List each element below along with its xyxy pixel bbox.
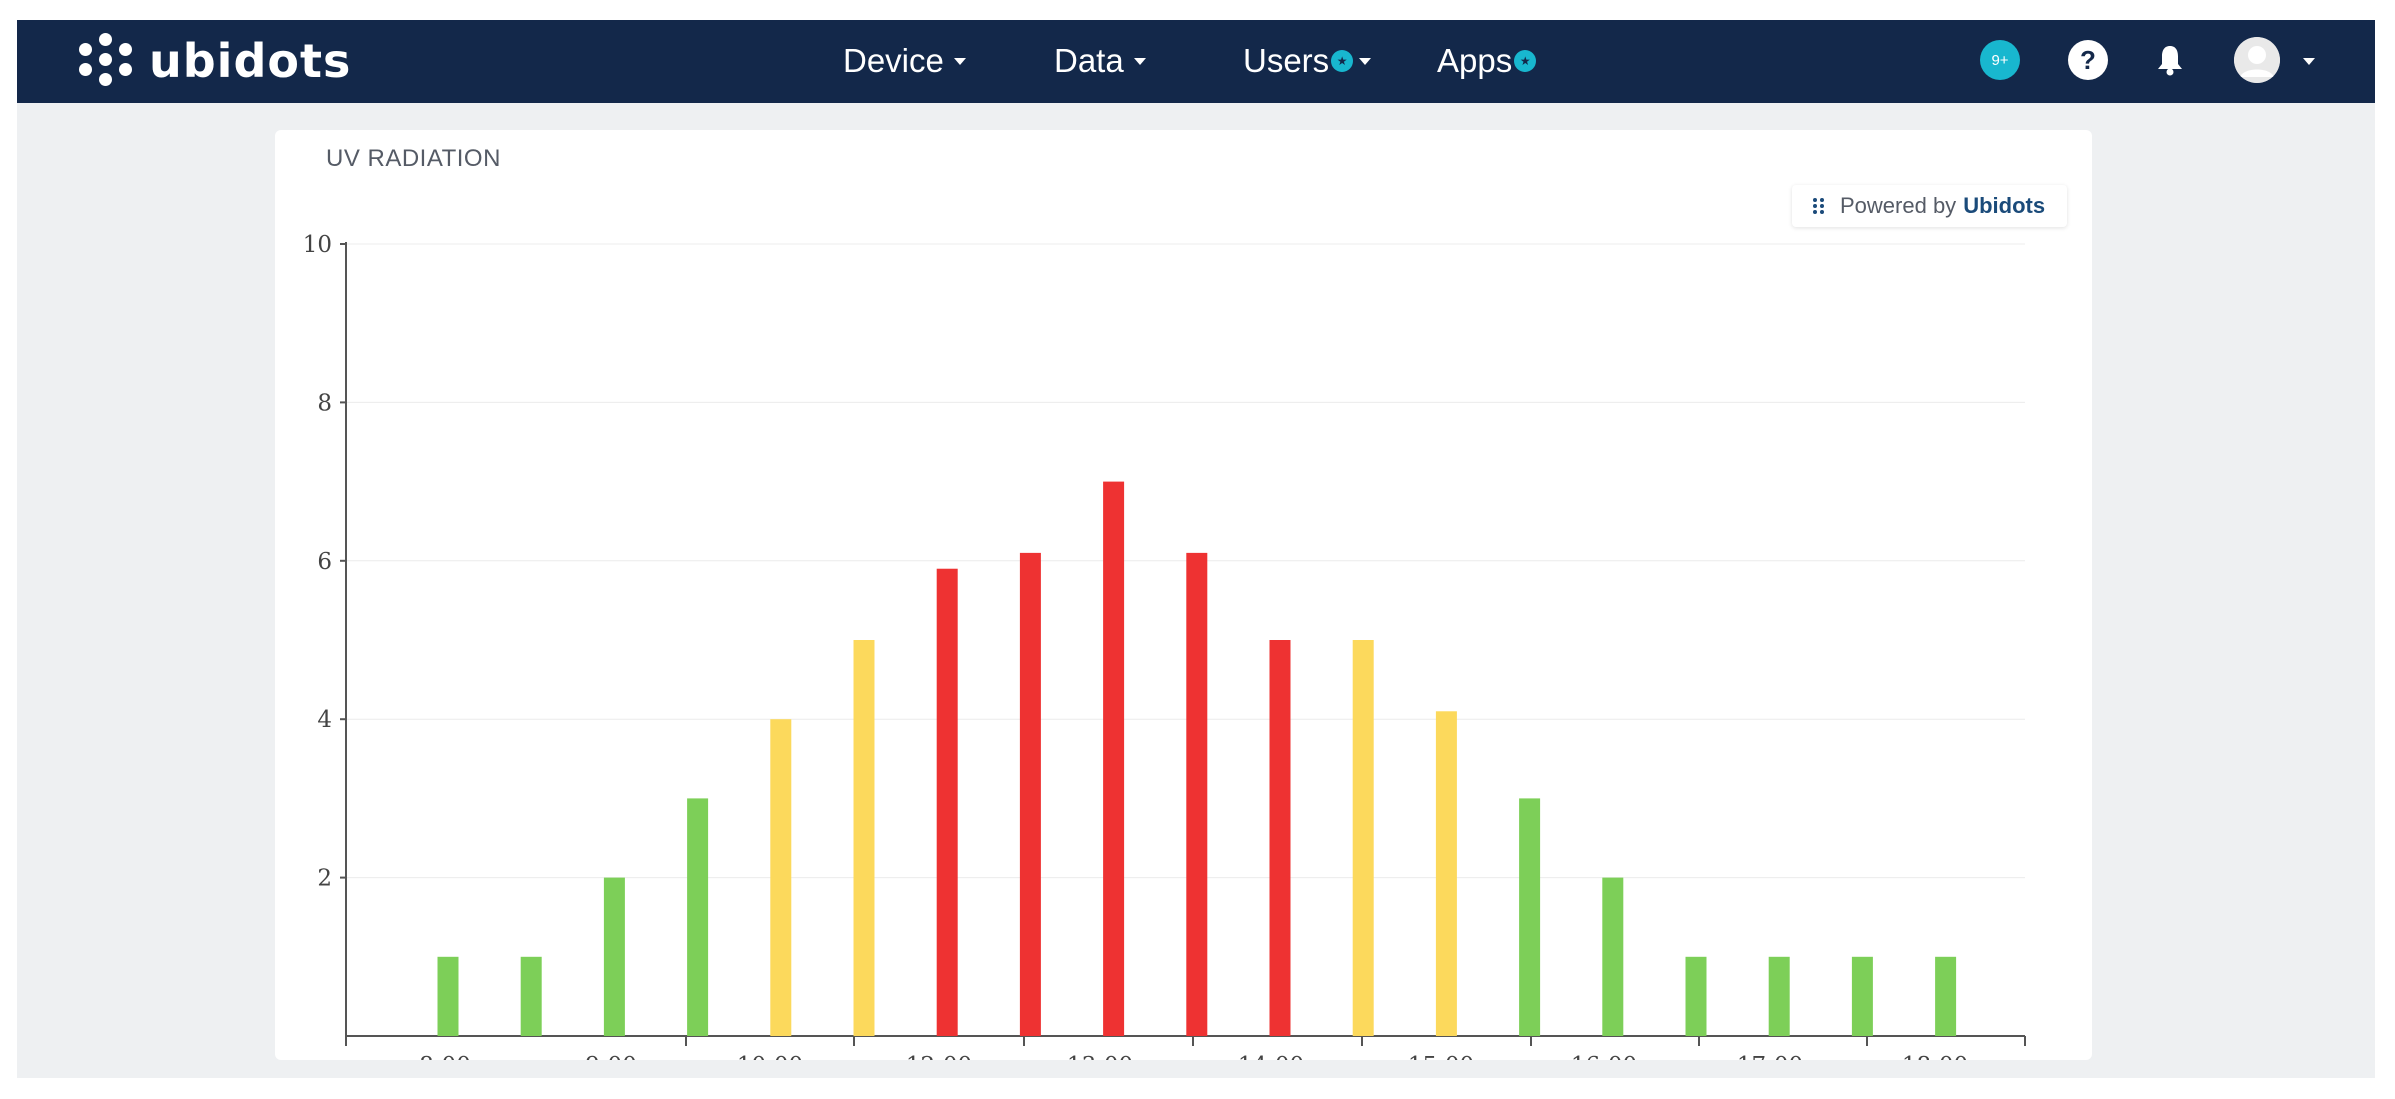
- bar-13: [1519, 798, 1541, 1036]
- logo-text: ubidots: [149, 34, 352, 88]
- x-tick-label-5: 14:00: [1238, 1053, 1304, 1060]
- star-badge-icon: ★: [1331, 50, 1354, 72]
- bar-4: [770, 719, 792, 1036]
- bar-5: [853, 640, 875, 1036]
- nav-device-label: Device: [843, 42, 944, 79]
- app-window: ubidots Device Data Users ★ Apps ★ 9+ ?: [17, 20, 2375, 1078]
- ubidots-logo[interactable]: ubidots: [77, 26, 351, 96]
- uv-radiation-widget: UV RADIATION Powered by Ubidots 2468108:…: [275, 130, 2092, 1060]
- x-tick-label-9: 18:00: [1902, 1053, 1968, 1060]
- nav-users-label: Users: [1243, 42, 1330, 79]
- nav-apps-label: Apps: [1437, 42, 1513, 79]
- x-tick-label-3: 12:00: [906, 1053, 972, 1060]
- avatar-glyph: [2234, 37, 2280, 83]
- y-tick-label-0: 2: [317, 866, 332, 892]
- nav-device[interactable]: Device: [843, 36, 966, 86]
- y-tick-label-3: 8: [317, 390, 332, 416]
- x-tick-label-4: 13:00: [1067, 1053, 1133, 1060]
- bar-10: [1269, 640, 1291, 1036]
- x-tick-label-6: 15:00: [1408, 1053, 1474, 1060]
- chevron-down-icon[interactable]: [2303, 58, 2315, 65]
- star-badge-icon: ★: [1514, 50, 1537, 72]
- uv-bar-chart: 2 4 6 8 10 8:00 9:00 10:00 12:00 13:00 14:00 15:00 1…: [303, 232, 2026, 1060]
- y-tick-label-1: 4: [317, 707, 332, 733]
- x-tick-label-1: 9:00: [585, 1053, 637, 1060]
- x-tick-label-2: 10:00: [737, 1053, 803, 1060]
- bar-3: [687, 798, 709, 1036]
- nav-apps[interactable]: Apps ★: [1437, 36, 1537, 86]
- bar-1: [520, 956, 542, 1036]
- bar-12: [1435, 711, 1457, 1036]
- top-navbar: ubidots Device Data Users ★ Apps ★ 9+ ?: [17, 20, 2375, 103]
- bell-icon[interactable]: [2150, 40, 2190, 80]
- bar-16: [1768, 956, 1790, 1036]
- x-tick-label-0: 8:00: [419, 1053, 471, 1060]
- help-icon[interactable]: ?: [2068, 40, 2108, 80]
- nav-users[interactable]: Users ★: [1243, 36, 1372, 86]
- y-tick-label-2: 6: [317, 549, 332, 575]
- bar-2: [603, 877, 625, 1036]
- bar-0: [437, 956, 459, 1036]
- bar-15: [1685, 956, 1707, 1036]
- x-tick-label-8: 17:00: [1737, 1053, 1803, 1060]
- nav-data-label: Data: [1054, 42, 1124, 79]
- bar-11: [1352, 640, 1374, 1036]
- chevron-down-icon: [1133, 57, 1146, 65]
- ubidots-logo-icon: [77, 31, 137, 91]
- bar-17: [1851, 956, 1873, 1036]
- notification-count-badge[interactable]: 9+: [1980, 40, 2020, 80]
- y-tick-label-4: 10: [303, 232, 332, 258]
- chevron-down-icon: [1359, 57, 1372, 65]
- chevron-down-icon: [953, 57, 966, 65]
- bar-7: [1019, 552, 1041, 1036]
- x-tick-label-7: 16:00: [1571, 1053, 1637, 1060]
- bar-9: [1186, 552, 1208, 1036]
- bar-6: [936, 568, 958, 1036]
- bar-18: [1935, 956, 1957, 1036]
- bell-icon-glyph: [2158, 46, 2182, 76]
- avatar-icon[interactable]: [2234, 37, 2280, 83]
- nav-data[interactable]: Data: [1054, 36, 1146, 86]
- bar-8: [1103, 481, 1125, 1037]
- bar-14: [1602, 877, 1624, 1036]
